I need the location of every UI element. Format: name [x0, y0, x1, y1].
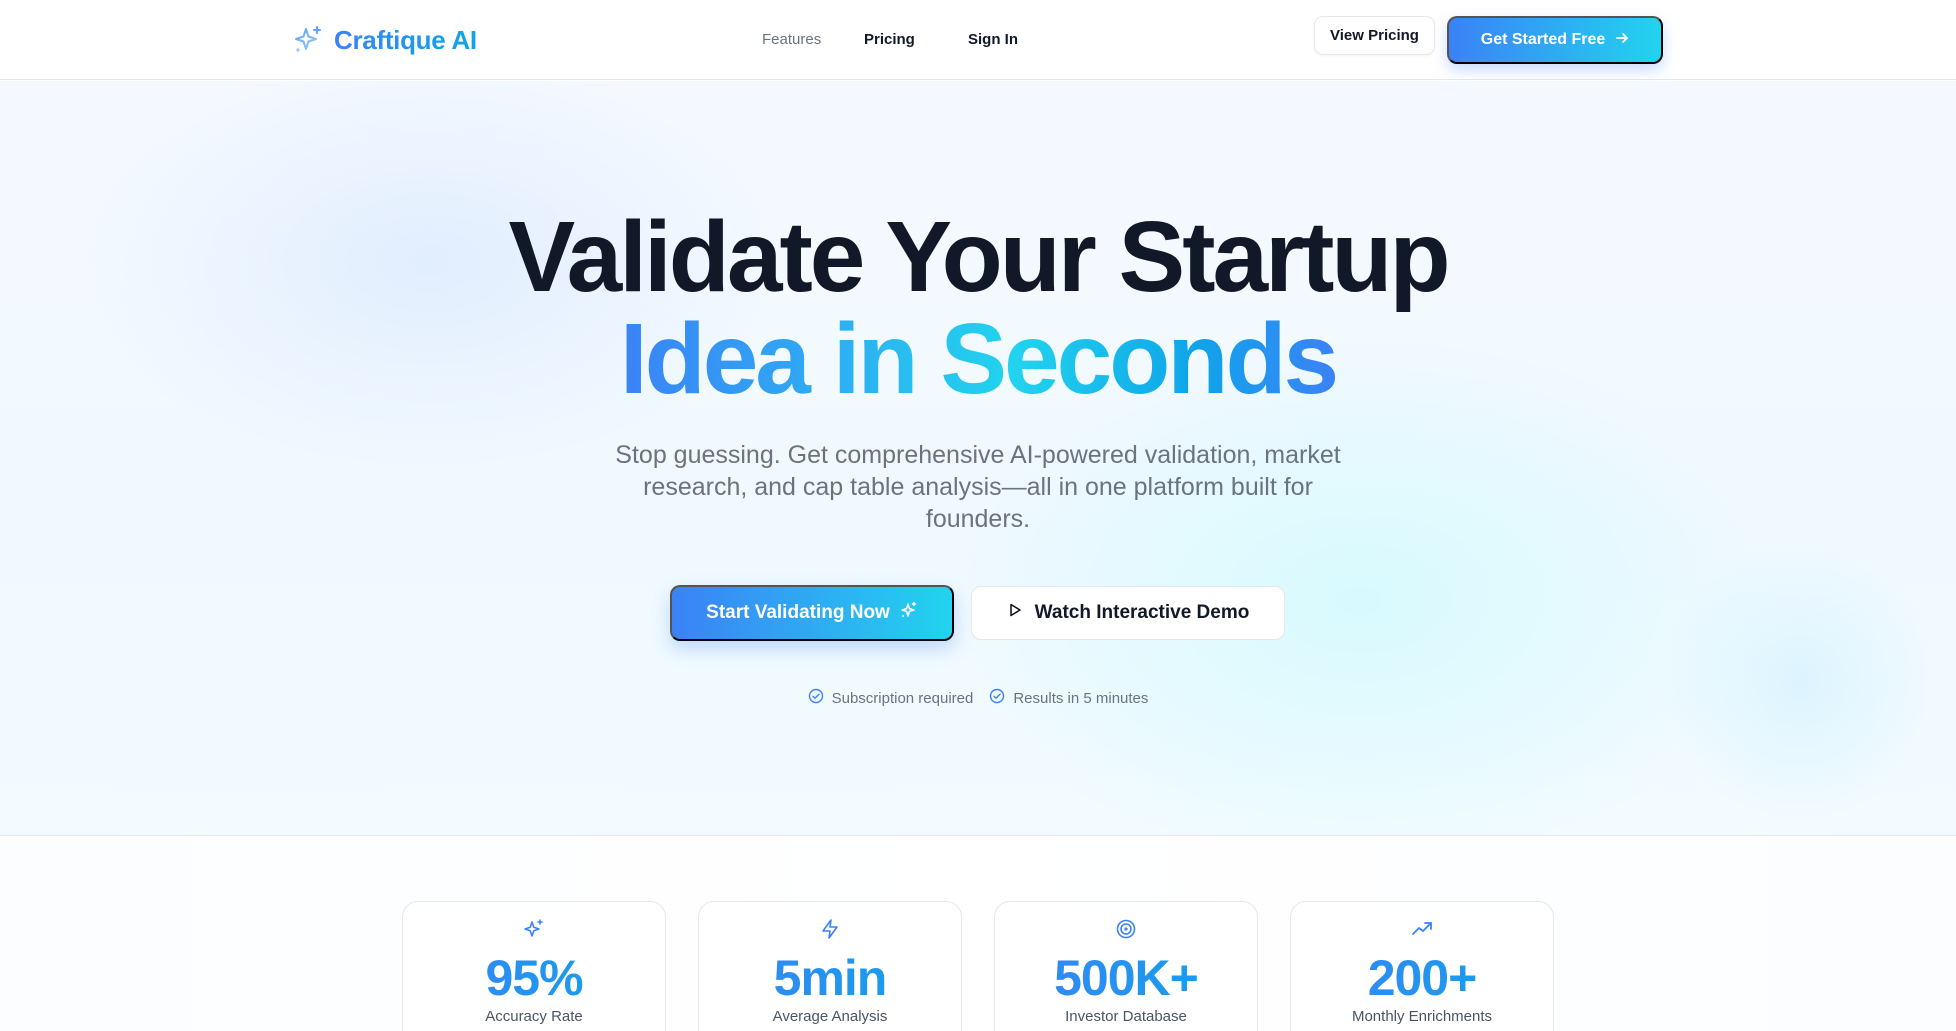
start-validating-label: Start Validating Now [706, 602, 890, 623]
lightning-icon [699, 918, 961, 940]
stat-card-analysis: 5min Average Analysis [698, 901, 962, 1031]
stat-card-enrichments: 200+ Monthly Enrichments [1290, 901, 1554, 1031]
trust-indicators: Subscription required Results in 5 minut… [0, 688, 1956, 708]
nav-link-pricing[interactable]: Pricing [864, 28, 915, 52]
get-started-label: Get Started Free [1480, 31, 1606, 48]
get-started-button[interactable]: Get Started Free [1447, 16, 1663, 64]
hero-headline-line1: Validate Your Startup [508, 201, 1450, 313]
stat-card-investors: 500K+ Investor Database [994, 901, 1258, 1031]
start-validating-button[interactable]: Start Validating Now [670, 585, 954, 641]
top-nav: Craftique AI Features Pricing Sign In Vi… [0, 0, 1956, 80]
hero-headline-line2: Idea in Seconds [0, 307, 1956, 411]
nav-link-sign-in[interactable]: Sign In [968, 28, 1018, 52]
stat-value: 5min [699, 950, 961, 1006]
stat-value: 200+ [1291, 950, 1553, 1006]
stat-card-accuracy: 95% Accuracy Rate [402, 901, 666, 1031]
stat-value: 95% [403, 950, 665, 1006]
check-circle-icon [808, 688, 824, 708]
stat-label: Accuracy Rate [485, 1008, 583, 1025]
stat-label: Investor Database [1065, 1008, 1187, 1025]
trust-label: Results in 5 minutes [1013, 689, 1149, 707]
stats-section: 95% Accuracy Rate 5min Average Analysis … [0, 837, 1956, 1031]
trending-up-icon [1291, 918, 1553, 940]
arrow-right-icon [1615, 31, 1629, 50]
stat-label: Average Analysis [772, 1008, 888, 1025]
stat-value: 500K+ [995, 950, 1257, 1006]
sparkle-icon [403, 918, 665, 940]
trust-item: Results in 5 minutes [989, 688, 1148, 708]
watch-demo-label: Watch Interactive Demo [1034, 602, 1250, 623]
trust-label: Subscription required [831, 689, 974, 707]
stat-label: Monthly Enrichments [1351, 1008, 1493, 1025]
hero-subtitle: Stop guessing. Get comprehensive AI-powe… [615, 441, 1341, 533]
hero-section: Validate Your Startup Idea in Seconds St… [0, 81, 1956, 836]
sparkle-icon [900, 601, 918, 625]
play-icon [1007, 602, 1023, 624]
watch-demo-button[interactable]: Watch Interactive Demo [971, 586, 1285, 640]
hero-headline-gradient: Idea in Seconds [619, 303, 1339, 415]
target-icon [995, 918, 1257, 940]
view-pricing-button[interactable]: View Pricing [1314, 16, 1435, 55]
nav-link-features[interactable]: Features [762, 28, 821, 52]
check-circle-icon [989, 688, 1005, 708]
trust-item: Subscription required [808, 688, 974, 708]
